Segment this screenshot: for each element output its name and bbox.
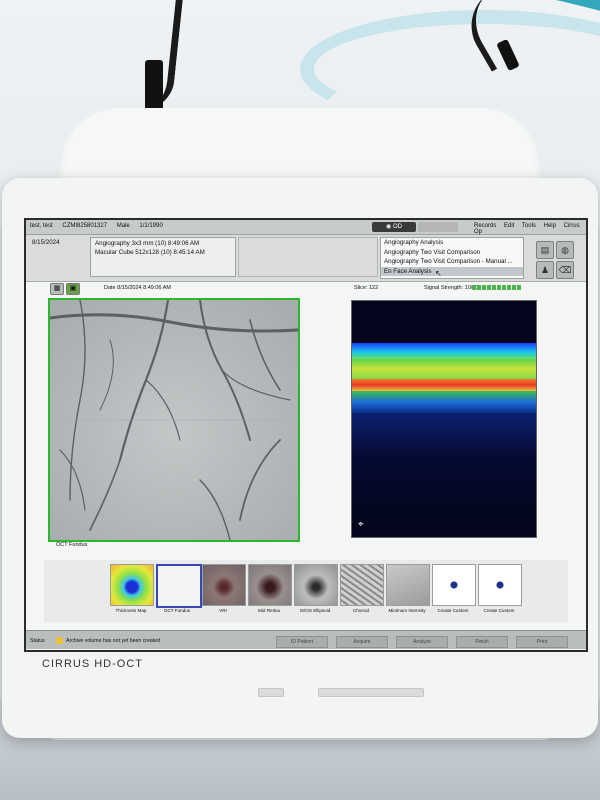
- analysis-item[interactable]: Angiography Analysis: [381, 238, 523, 248]
- signal-segment: [477, 285, 481, 290]
- thumbnail-label: VRI: [219, 608, 227, 613]
- patient-info: test, test CZMI825801327 Male 1/1/1990: [30, 223, 171, 229]
- oct-layer-band: [352, 359, 536, 379]
- signal-segment: [507, 285, 511, 290]
- thumbnail-custom[interactable]: [478, 564, 522, 606]
- crosshair-icon[interactable]: ⌖: [358, 519, 364, 530]
- monitor-screen: test, test CZMI825801327 Male 1/1/1990 ◉…: [24, 218, 588, 652]
- thumbnail-label: Thickness Map: [115, 608, 147, 613]
- print-icon[interactable]: ▤: [536, 241, 554, 259]
- globe-icon[interactable]: ◍: [556, 241, 574, 259]
- thumbnail-label: Minimum Intensity: [388, 608, 426, 613]
- thumbnail-ellipsoid[interactable]: [294, 564, 338, 606]
- signal-segment: [512, 285, 516, 290]
- signal-segment: [482, 285, 486, 290]
- cable-plug: [145, 60, 163, 110]
- thumbnail-label: Create Custom: [483, 608, 515, 613]
- bezel-slot: [258, 688, 284, 697]
- thumbnail-minint[interactable]: [386, 564, 430, 606]
- patient-sex: Male: [116, 223, 130, 229]
- thumbnail-blank[interactable]: [156, 564, 202, 608]
- scan-item[interactable]: Angiography 3x3 mm (10) 8:49:06 AM: [95, 240, 231, 247]
- visit-info-panel: 8/15/2024 Angiography 3x3 mm (10) 8:49:0…: [26, 235, 586, 282]
- signal-segment: [487, 285, 491, 290]
- tab-print[interactable]: Print: [516, 636, 568, 648]
- bezel-slot: [318, 688, 424, 697]
- signal-strength-label: Signal Strength: 10/10: [424, 285, 479, 291]
- signal-segment: [517, 285, 521, 290]
- tab-id-patient[interactable]: ID Patient: [276, 636, 328, 648]
- thumbnail-label: OCT Fundus: [163, 608, 191, 613]
- scan-item[interactable]: Macular Cube 512x128 (10) 8:45:14 AM: [95, 249, 231, 256]
- signal-segment: [497, 285, 501, 290]
- analysis-item[interactable]: Angiography Two Visit Comparison: [381, 248, 523, 258]
- retinal-vessels: [50, 300, 298, 540]
- eye-icon: ◉: [386, 224, 392, 230]
- scan-date-label: Date 8/15/2024 8:49:06 AM: [104, 285, 171, 291]
- thumbnail-label: IS/OS Ellipsoid: [299, 608, 331, 613]
- menu-help[interactable]: Help: [544, 223, 556, 229]
- oct-bscan-image[interactable]: ⌖: [351, 300, 537, 538]
- thumbnail-choroid[interactable]: [340, 564, 384, 606]
- menu-bar: Records Edit Tools Help Cirrus Op: [474, 223, 586, 235]
- eye-os-toggle[interactable]: [418, 222, 458, 232]
- signal-segment: [492, 285, 496, 290]
- warning-icon: [56, 637, 63, 644]
- people-icon[interactable]: ♟: [536, 261, 554, 279]
- status-bar: Status Archive volume has not yet been c…: [26, 630, 586, 649]
- signal-segment: [472, 285, 476, 290]
- patient-id: CZMI825801327: [62, 223, 108, 229]
- layout-icon[interactable]: ▦: [50, 283, 64, 295]
- thumbnail-midretina[interactable]: [248, 564, 292, 606]
- thumbnail-thickness[interactable]: [110, 564, 154, 606]
- menu-edit[interactable]: Edit: [504, 223, 514, 229]
- tab-analyze[interactable]: Analyze: [396, 636, 448, 648]
- eye-od-toggle[interactable]: ◉ OD: [372, 222, 416, 232]
- analysis-dropdown: Angiography Analysis Angiography Two Vis…: [380, 237, 524, 279]
- analysis-item[interactable]: Angiography Two Visit Comparison - Manua…: [381, 257, 523, 267]
- visit-date[interactable]: 8/15/2024: [32, 239, 60, 246]
- oct-fundus-image[interactable]: [48, 298, 300, 542]
- status-label: Status: [30, 638, 45, 644]
- menu-tools[interactable]: Tools: [522, 223, 536, 229]
- empty-panel: [238, 237, 378, 277]
- trash-icon[interactable]: ⌫: [556, 261, 574, 279]
- patient-name: test, test: [30, 223, 53, 229]
- device-brand-label: CIRRUS HD-OCT: [42, 658, 143, 670]
- image-icon[interactable]: ▣: [66, 283, 80, 295]
- thumbnail-custom[interactable]: [432, 564, 476, 606]
- mouse-cursor-icon: ↖: [435, 269, 442, 278]
- oct-layer-band: [352, 391, 536, 413]
- slice-label: Slice: 122: [354, 285, 379, 291]
- tab-acquire[interactable]: Acquire: [336, 636, 388, 648]
- oct-layer-band: [352, 379, 536, 391]
- analysis-item-selected[interactable]: En Face Analysis: [381, 266, 523, 276]
- en-face-thumbnail-strip: Thickness Map OCT Fundus VRI Mid Retina IS/O…: [44, 560, 568, 622]
- title-bar: test, test CZMI825801327 Male 1/1/1990 ◉…: [26, 220, 586, 235]
- scan-list: Angiography 3x3 mm (10) 8:49:06 AM Macul…: [90, 237, 236, 277]
- thumbnail-label: Choroid: [352, 608, 370, 613]
- tab-finish[interactable]: Finish: [456, 636, 508, 648]
- thumbnail-vri[interactable]: [202, 564, 246, 606]
- signal-strength-bar: [472, 285, 521, 290]
- patient-dob: 1/1/1990: [139, 223, 163, 229]
- viewer-toolbar: ▦ ▣ Date 8/15/2024 8:49:06 AM Slice: 122…: [26, 282, 586, 296]
- eye-od-label: OD: [392, 224, 402, 230]
- signal-segment: [502, 285, 506, 290]
- thumbnail-label: Mid Retina: [258, 608, 280, 613]
- fundus-caption: OCT Fundus: [56, 542, 88, 548]
- status-message: Archive volume has not yet been created: [66, 638, 161, 644]
- oct-layer-band: [352, 413, 536, 523]
- thumbnail-label: Create Custom: [437, 608, 469, 613]
